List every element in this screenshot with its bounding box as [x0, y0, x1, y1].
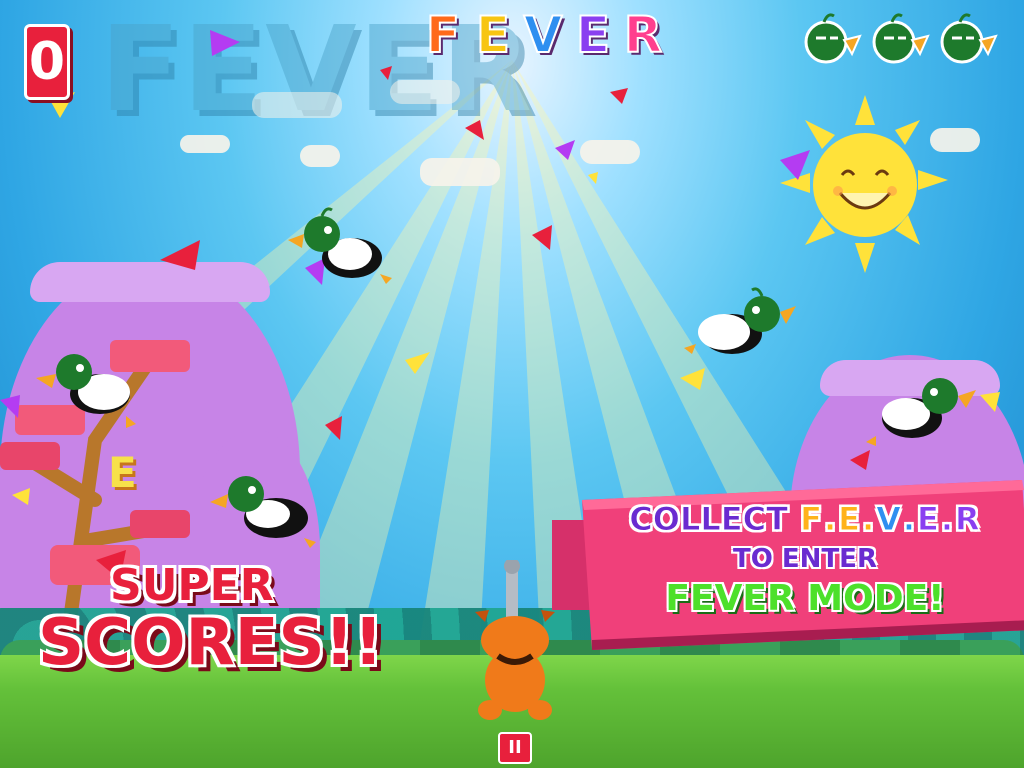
collect-letters: F.E.V.E.R: [799, 500, 981, 539]
collect-letter: .: [861, 500, 875, 539]
flying-duck[interactable]: [30, 336, 150, 436]
pause-button[interactable]: II: [498, 732, 532, 764]
fever-letter: E: [475, 5, 511, 65]
flying-duck[interactable]: [682, 276, 802, 376]
flying-duck[interactable]: [206, 456, 326, 556]
fever-progress-word: FEVER: [418, 5, 668, 66]
collect-line: COLLECT F.E.V.E.R: [590, 500, 1020, 539]
lives-indicator: [800, 10, 998, 70]
dog-hunter: [475, 560, 555, 720]
collect-letter: .: [940, 500, 954, 539]
duck-head-icon: [872, 13, 930, 64]
fever-letter: F: [425, 5, 461, 65]
fever-letter: R: [623, 5, 664, 65]
flying-duck[interactable]: [282, 196, 402, 296]
banner-text: COLLECT F.E.V.E.R TO ENTER FEVER MODE!: [590, 500, 1020, 620]
collect-letter: .: [823, 500, 837, 539]
score-counter: 0: [24, 24, 70, 100]
collect-letter: E: [917, 500, 940, 539]
game-scene[interactable]: FEVER E COLLECT F.E.V.E.R TO ENTER FEVER…: [0, 0, 1024, 768]
super-label: SUPER: [110, 560, 274, 611]
fever-letter: E: [575, 5, 611, 65]
collect-letter: V: [876, 500, 902, 539]
collect-label: COLLECT: [629, 500, 789, 539]
to-enter-label: TO ENTER: [733, 544, 877, 574]
flying-duck[interactable]: [862, 356, 982, 456]
fever-letter-pickup[interactable]: E: [108, 448, 137, 497]
scores-label: SCORES!!: [38, 606, 383, 680]
fever-mode-label: FEVER MODE!: [665, 578, 945, 619]
duck-head-icon: [940, 13, 998, 64]
collect-letter: R: [955, 500, 981, 539]
collect-letter: F: [800, 500, 823, 539]
collect-letter: .: [902, 500, 916, 539]
pause-icon: II: [508, 737, 522, 758]
collect-letter: E: [838, 500, 861, 539]
duck-head-icon: [804, 13, 862, 64]
fever-letter: V: [523, 5, 564, 65]
